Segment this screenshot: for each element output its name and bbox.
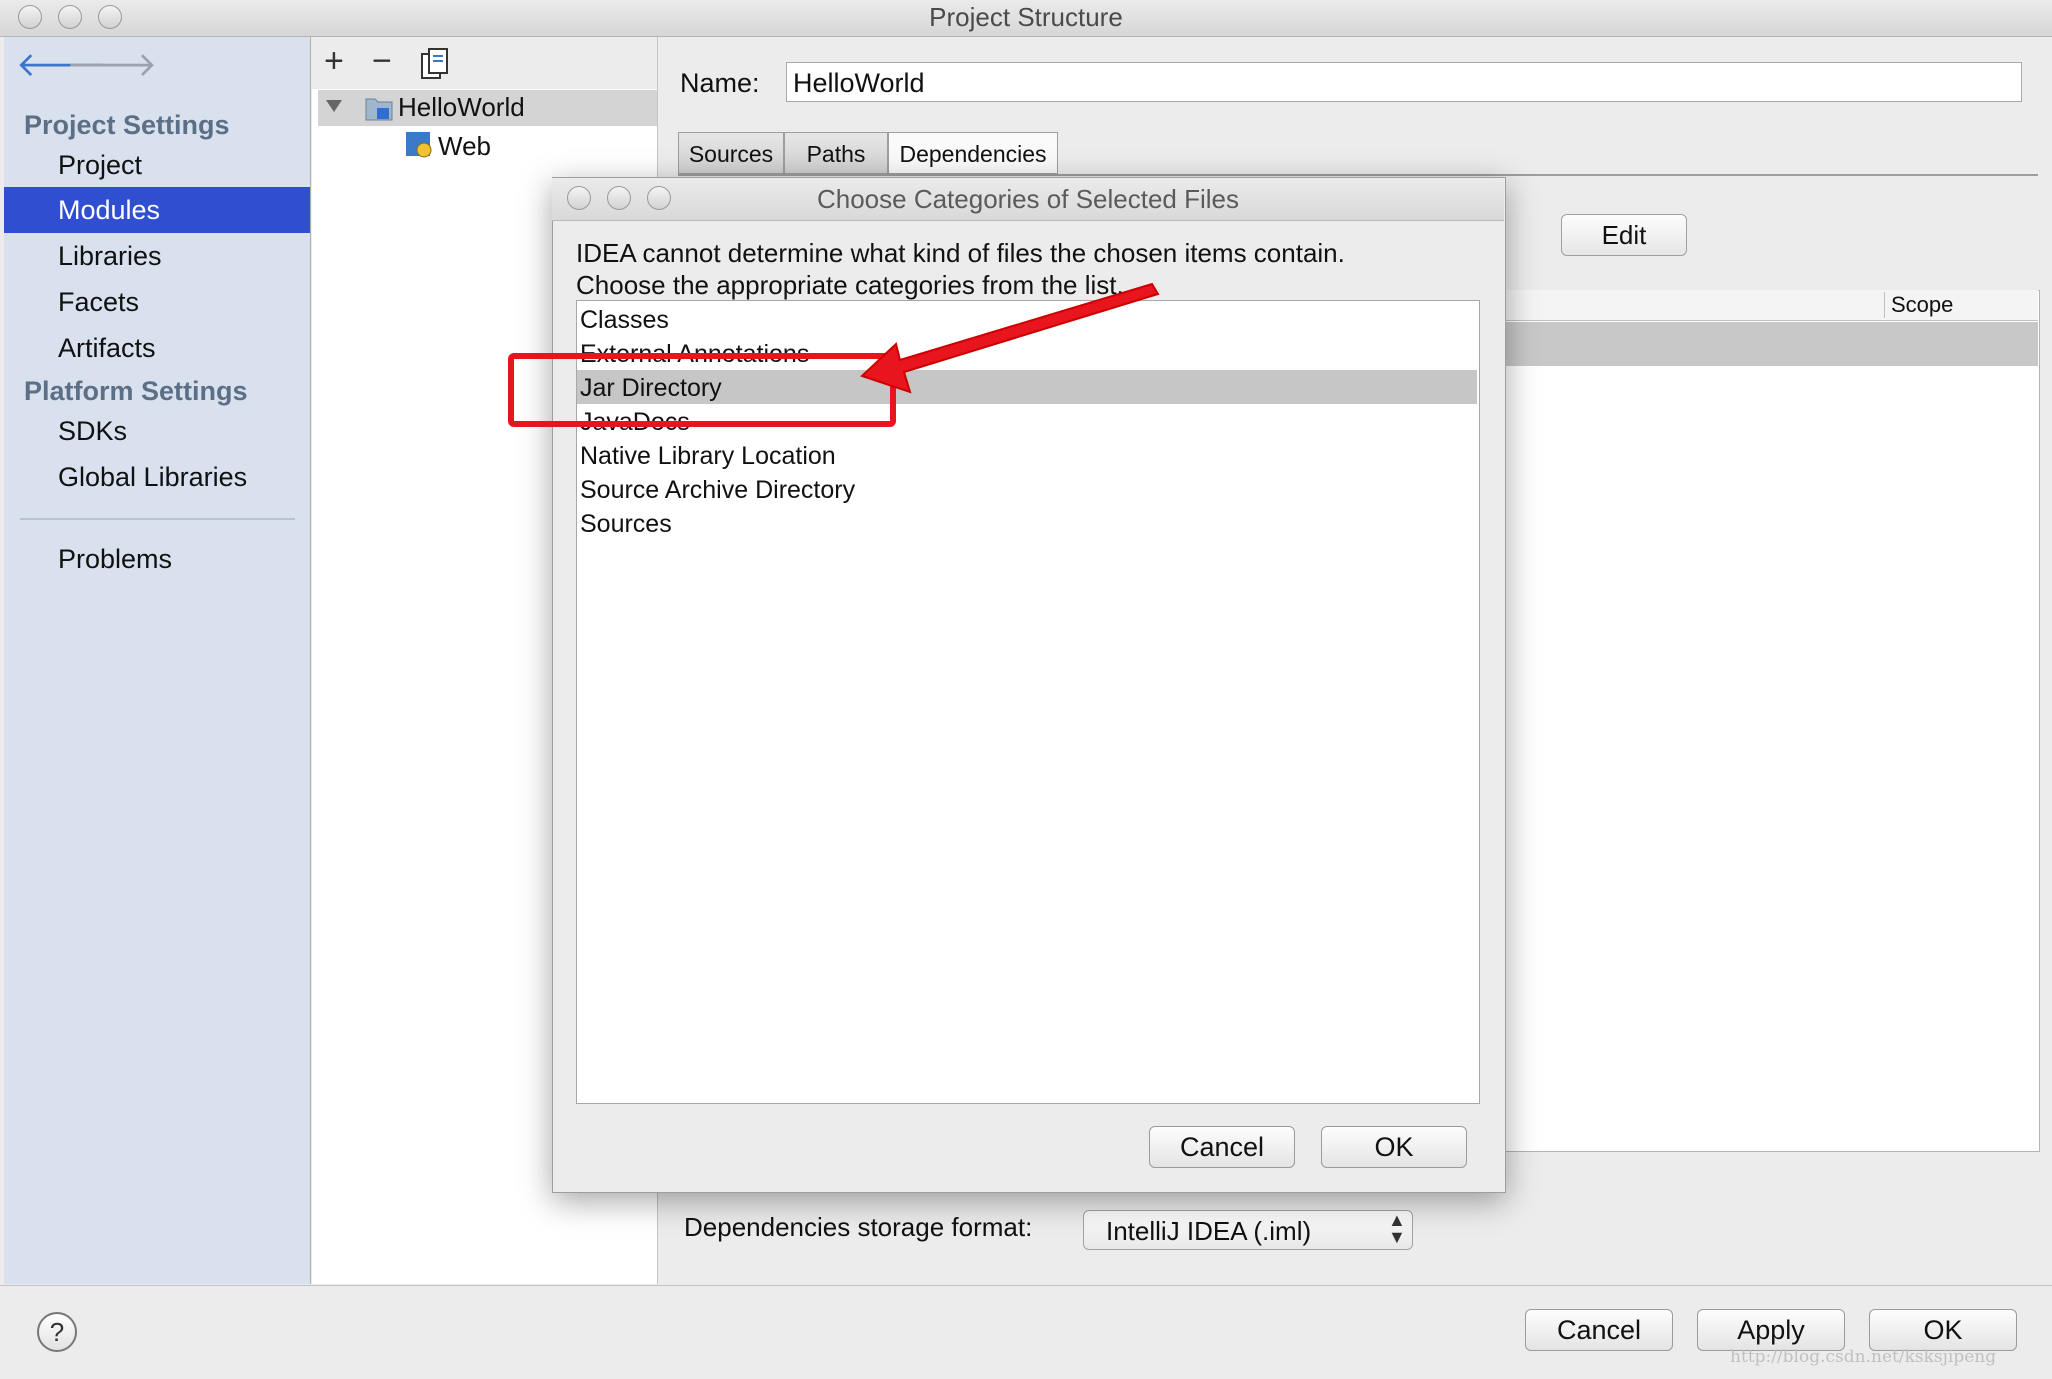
- dialog-title: Choose Categories of Selected Files: [816, 184, 1239, 214]
- forward-arrow-icon[interactable]: 🡒: [66, 44, 157, 85]
- name-label: Name:: [680, 68, 760, 98]
- select-arrows-icon: ▲ ▼: [1388, 1210, 1406, 1247]
- dialog-ok-button[interactable]: OK: [1321, 1126, 1467, 1168]
- dialog-message-line-2: Choose the appropriate categories from t…: [576, 270, 1124, 300]
- scope-column-header[interactable]: Scope: [1884, 292, 2041, 318]
- sidebar-divider: [20, 518, 295, 520]
- apply-button[interactable]: Apply: [1697, 1309, 1845, 1351]
- dependencies-table[interactable]: [1498, 290, 2040, 1152]
- list-item-source-archive-directory[interactable]: Source Archive Directory: [580, 476, 855, 505]
- remove-module-button[interactable]: −: [372, 42, 392, 81]
- tree-item-helloworld[interactable]: HelloWorld: [398, 92, 525, 123]
- ok-button[interactable]: OK: [1869, 1309, 2017, 1351]
- platform-settings-heading: Platform Settings: [24, 376, 248, 406]
- window-title: Project Structure: [929, 2, 1123, 32]
- copy-icon[interactable]: [420, 48, 450, 85]
- add-module-button[interactable]: +: [324, 42, 344, 81]
- sidebar-item-libraries[interactable]: Libraries: [58, 241, 162, 272]
- tree-item-web[interactable]: Web: [438, 131, 491, 162]
- sidebar-item-problems[interactable]: Problems: [58, 544, 172, 575]
- dialog-message-line-1: IDEA cannot determine what kind of files…: [576, 238, 1345, 268]
- project-settings-heading: Project Settings: [24, 110, 230, 140]
- web-facet-icon: [405, 131, 433, 164]
- edit-dependency-button[interactable]: Edit: [1561, 214, 1687, 256]
- list-item-sources[interactable]: Sources: [580, 510, 672, 539]
- sidebar-item-project[interactable]: Project: [58, 150, 142, 181]
- tab-sources[interactable]: Sources: [678, 132, 784, 174]
- dialog-cancel-button[interactable]: Cancel: [1149, 1126, 1295, 1168]
- tab-underline: [678, 174, 2038, 176]
- table-row[interactable]: [1498, 322, 2038, 366]
- watermark-text: http://blog.csdn.net/ksksjipeng: [1730, 1347, 1997, 1367]
- sidebar-item-sdks[interactable]: SDKs: [58, 416, 127, 447]
- tab-dependencies[interactable]: Dependencies: [888, 132, 1058, 174]
- storage-format-label: Dependencies storage format:: [684, 1212, 1033, 1242]
- annotation-highlight-box: [508, 353, 896, 427]
- sidebar-item-artifacts[interactable]: Artifacts: [58, 333, 156, 364]
- expand-triangle-icon[interactable]: [324, 96, 344, 121]
- storage-format-select[interactable]: IntelliJ IDEA (.iml): [1083, 1210, 1413, 1250]
- tree-toolbar: [312, 37, 657, 89]
- cancel-button[interactable]: Cancel: [1525, 1309, 1673, 1351]
- sidebar-item-facets[interactable]: Facets: [58, 287, 139, 318]
- help-button[interactable]: ?: [37, 1312, 77, 1352]
- sidebar-item-global-libraries[interactable]: Global Libraries: [58, 462, 247, 493]
- tab-paths[interactable]: Paths: [784, 132, 888, 174]
- module-name-field[interactable]: HelloWorld: [786, 62, 2022, 102]
- module-folder-icon: [364, 94, 394, 127]
- list-item-native-library-location[interactable]: Native Library Location: [580, 442, 836, 471]
- list-item-classes[interactable]: Classes: [580, 306, 669, 335]
- sidebar-item-modules[interactable]: Modules: [58, 195, 160, 226]
